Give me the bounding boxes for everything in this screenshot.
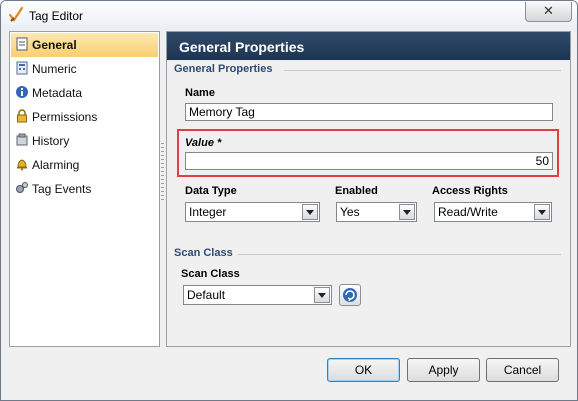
nav-item-numeric[interactable]: Numeric: [11, 57, 158, 81]
lock-icon: [17, 109, 27, 123]
bell-icon: [17, 159, 27, 171]
close-icon: ✕: [543, 3, 554, 18]
nav-label: History: [32, 134, 70, 148]
tag-editor-window: Tag Editor ✕ General Numeric Metadata Pe…: [0, 0, 578, 401]
refresh-icon: [343, 288, 357, 302]
group-divider: [284, 70, 561, 71]
nav-label: Numeric: [32, 62, 77, 76]
nav-label: Alarming: [32, 158, 80, 172]
data-type-value: Integer: [189, 205, 227, 219]
window-title: Tag Editor: [29, 9, 84, 23]
nav-label: General: [32, 38, 77, 52]
nav-label: Permissions: [32, 110, 98, 124]
scan-class-label: Scan Class: [181, 268, 240, 280]
group-divider: [238, 254, 561, 255]
category-nav: General Numeric Metadata Permissions His…: [9, 31, 160, 347]
title-bar[interactable]: Tag Editor ✕: [1, 1, 577, 30]
numeric-icon: [16, 61, 28, 75]
nav-label: Metadata: [32, 86, 83, 100]
nav-item-tag-events[interactable]: Tag Events: [11, 177, 158, 201]
enabled-value: Yes: [340, 205, 360, 219]
tag-editor-icon: [8, 6, 24, 22]
name-input[interactable]: Memory Tag: [185, 103, 553, 121]
chevron-down-icon[interactable]: [399, 204, 415, 220]
general-icon: [16, 37, 28, 51]
nav-label: Tag Events: [32, 182, 92, 196]
scan-group-title: Scan Class: [174, 247, 233, 259]
scan-class-value: Default: [187, 288, 226, 302]
splitter-handle[interactable]: [160, 31, 165, 345]
close-button[interactable]: ✕: [525, 2, 572, 22]
value-label: Value *: [185, 137, 222, 149]
nav-item-metadata[interactable]: Metadata: [11, 81, 158, 105]
access-rights-label: Access Rights: [432, 185, 508, 197]
splitter-grip: [161, 143, 164, 203]
access-rights-value: Read/Write: [438, 205, 498, 219]
data-type-label: Data Type: [185, 185, 237, 197]
nav-item-general[interactable]: General: [11, 33, 158, 57]
general-group-title: General Properties: [174, 63, 273, 75]
scan-class-select[interactable]: Default: [183, 285, 332, 305]
info-icon: [16, 86, 28, 98]
nav-item-permissions[interactable]: Permissions: [11, 105, 158, 129]
nav-item-alarming[interactable]: Alarming: [11, 153, 158, 177]
ok-button[interactable]: OK: [327, 358, 400, 382]
value-input[interactable]: 50: [185, 152, 553, 170]
history-icon: [16, 133, 28, 146]
events-icon: [16, 182, 28, 193]
panel-title: General Properties: [179, 39, 305, 55]
data-type-select[interactable]: Integer: [185, 202, 320, 222]
panel-header: General Properties: [167, 32, 570, 60]
apply-button[interactable]: Apply: [407, 358, 480, 382]
chevron-down-icon[interactable]: [302, 204, 318, 220]
name-label: Name: [185, 87, 215, 99]
chevron-down-icon[interactable]: [534, 204, 550, 220]
scan-class-refresh-button[interactable]: [339, 284, 361, 306]
enabled-select[interactable]: Yes: [336, 202, 417, 222]
nav-item-history[interactable]: History: [11, 129, 158, 153]
chevron-down-icon[interactable]: [314, 287, 330, 303]
access-rights-select[interactable]: Read/Write: [434, 202, 552, 222]
cancel-button[interactable]: Cancel: [486, 358, 559, 382]
enabled-label: Enabled: [335, 185, 378, 197]
